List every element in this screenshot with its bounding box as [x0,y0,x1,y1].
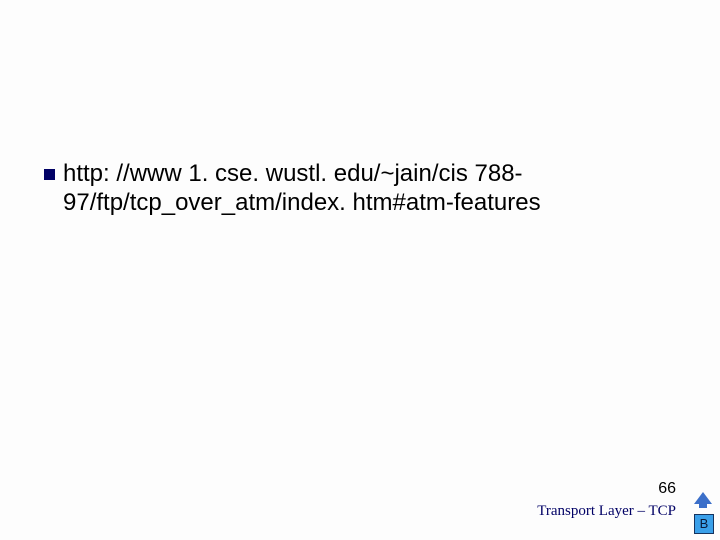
slide: http: //www 1. cse. wustl. edu/~jain/cis… [0,0,720,540]
page-number: 66 [658,480,676,498]
bullet-text: http: //www 1. cse. wustl. edu/~jain/cis… [63,160,644,218]
nav-b-button[interactable]: B [694,514,714,534]
footer-label: Transport Layer – TCP [537,503,676,520]
square-bullet-icon [44,169,55,180]
arrow-up-icon[interactable] [694,492,712,504]
body-text-block: http: //www 1. cse. wustl. edu/~jain/cis… [44,160,644,218]
bullet-item: http: //www 1. cse. wustl. edu/~jain/cis… [44,160,644,218]
